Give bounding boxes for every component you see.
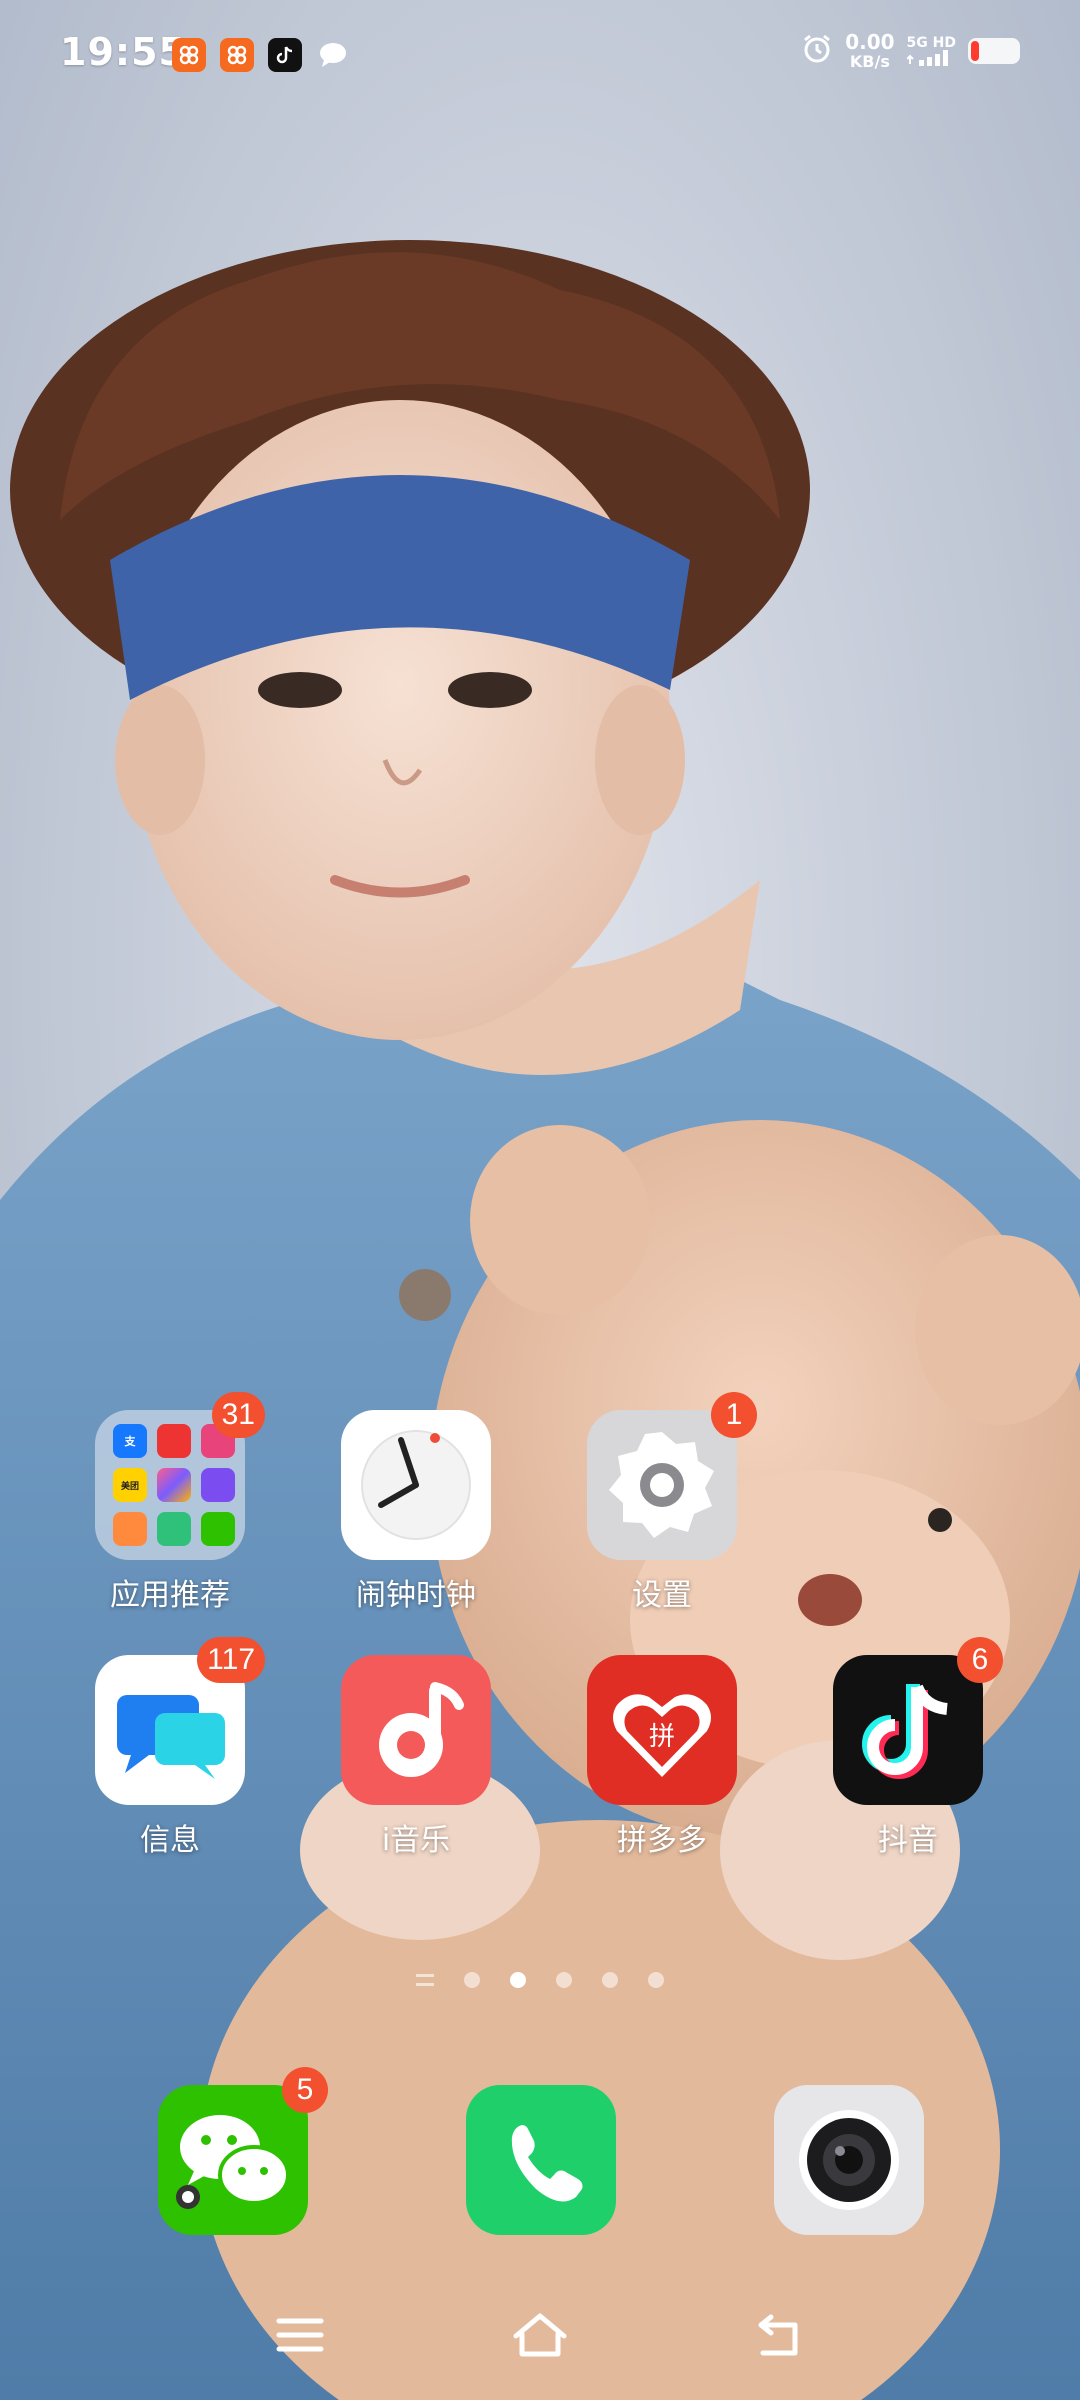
notification-badge: 5: [282, 2067, 328, 2113]
dock-phone[interactable]: [466, 2085, 616, 2235]
network-speed: 0.00 KB/s: [845, 32, 894, 70]
clock-icon: [341, 1410, 491, 1560]
red-app-icon: [157, 1424, 191, 1458]
app-label: 设置: [632, 1578, 692, 1613]
music-note-icon: [341, 1655, 491, 1805]
page-dot-active[interactable]: [510, 1972, 526, 1988]
notification-badge: 6: [957, 1637, 1003, 1683]
signal-icon: [906, 50, 948, 66]
app-i-music[interactable]: i音乐: [331, 1655, 501, 1859]
app-label: 应用推荐: [110, 1578, 230, 1613]
page-dot[interactable]: [602, 1972, 618, 1988]
network-speed-value: 0.00: [845, 30, 895, 54]
menu-icon: [276, 2318, 324, 2352]
alipay-icon: 支: [113, 1424, 147, 1458]
wallpaper: [0, 0, 1080, 2400]
app-recommend-folder[interactable]: 支 美团 31 应用推荐: [85, 1392, 265, 1614]
app-recommend-icon: [172, 38, 206, 72]
notification-badge: 1: [711, 1392, 757, 1438]
app-recommend-icon: [220, 38, 254, 72]
alarm-icon: [801, 33, 833, 69]
system-status: 0.00 KB/s 5G HD: [801, 32, 1020, 70]
notification-icons: [172, 38, 350, 72]
network-speed-unit: KB/s: [849, 52, 890, 71]
app-pinduoduo[interactable]: 拼 拼多多: [577, 1655, 747, 1859]
meituan-icon: 美团: [113, 1468, 147, 1502]
app-label: i音乐: [381, 1823, 451, 1858]
message-bubble-icon: [316, 38, 350, 72]
settings-gear-icon: [587, 1410, 737, 1560]
wechat-mini-icon: [201, 1512, 235, 1546]
page-dot[interactable]: [556, 1972, 572, 1988]
app-settings[interactable]: 1 设置: [577, 1392, 757, 1614]
douyin-icon: [833, 1655, 983, 1805]
status-bar: 19:55 0.00 KB/s 5G HD: [0, 0, 1080, 110]
notification-badge: 31: [211, 1392, 265, 1438]
camera-icon: [799, 2110, 899, 2210]
page-indicator[interactable]: [0, 1972, 1080, 1988]
app-label: 拼多多: [617, 1823, 707, 1858]
network-type: 5G HD: [906, 35, 956, 66]
app-douyin[interactable]: 6 抖音: [823, 1637, 1003, 1859]
status-time: 19:55: [60, 30, 186, 74]
nav-back-button[interactable]: [740, 2300, 820, 2370]
phone-icon: [511, 2125, 583, 2202]
svg-text:拼: 拼: [649, 1722, 675, 1752]
green-heart-app-icon: [157, 1512, 191, 1546]
wechat-icon: [176, 2115, 290, 2209]
page-list-icon[interactable]: [416, 1974, 434, 1986]
network-5g: 5G: [906, 35, 928, 51]
app-label: 闹钟时钟: [356, 1578, 476, 1613]
purple-app-icon: [201, 1468, 235, 1502]
orange-app-icon: [113, 1512, 147, 1546]
app-label: 信息: [140, 1823, 200, 1858]
home-icon: [513, 2313, 567, 2357]
douyin-icon: [268, 38, 302, 72]
nav-home-button[interactable]: [500, 2300, 580, 2370]
app-clock[interactable]: 闹钟时钟: [331, 1410, 501, 1614]
dock-camera[interactable]: [774, 2085, 924, 2235]
battery-icon: [968, 38, 1020, 64]
page-dot[interactable]: [464, 1972, 480, 1988]
back-icon: [758, 2314, 798, 2356]
notification-badge: 117: [197, 1637, 265, 1683]
colorful-app-icon: [157, 1468, 191, 1502]
dock-wechat[interactable]: 5: [158, 2067, 328, 2235]
app-messages[interactable]: 117 信息: [85, 1637, 265, 1859]
app-label: 抖音: [878, 1823, 938, 1858]
network-hd: HD: [932, 35, 956, 51]
nav-recents-button[interactable]: [260, 2300, 340, 2370]
pinduoduo-icon: 拼: [587, 1655, 737, 1805]
page-dot[interactable]: [648, 1972, 664, 1988]
